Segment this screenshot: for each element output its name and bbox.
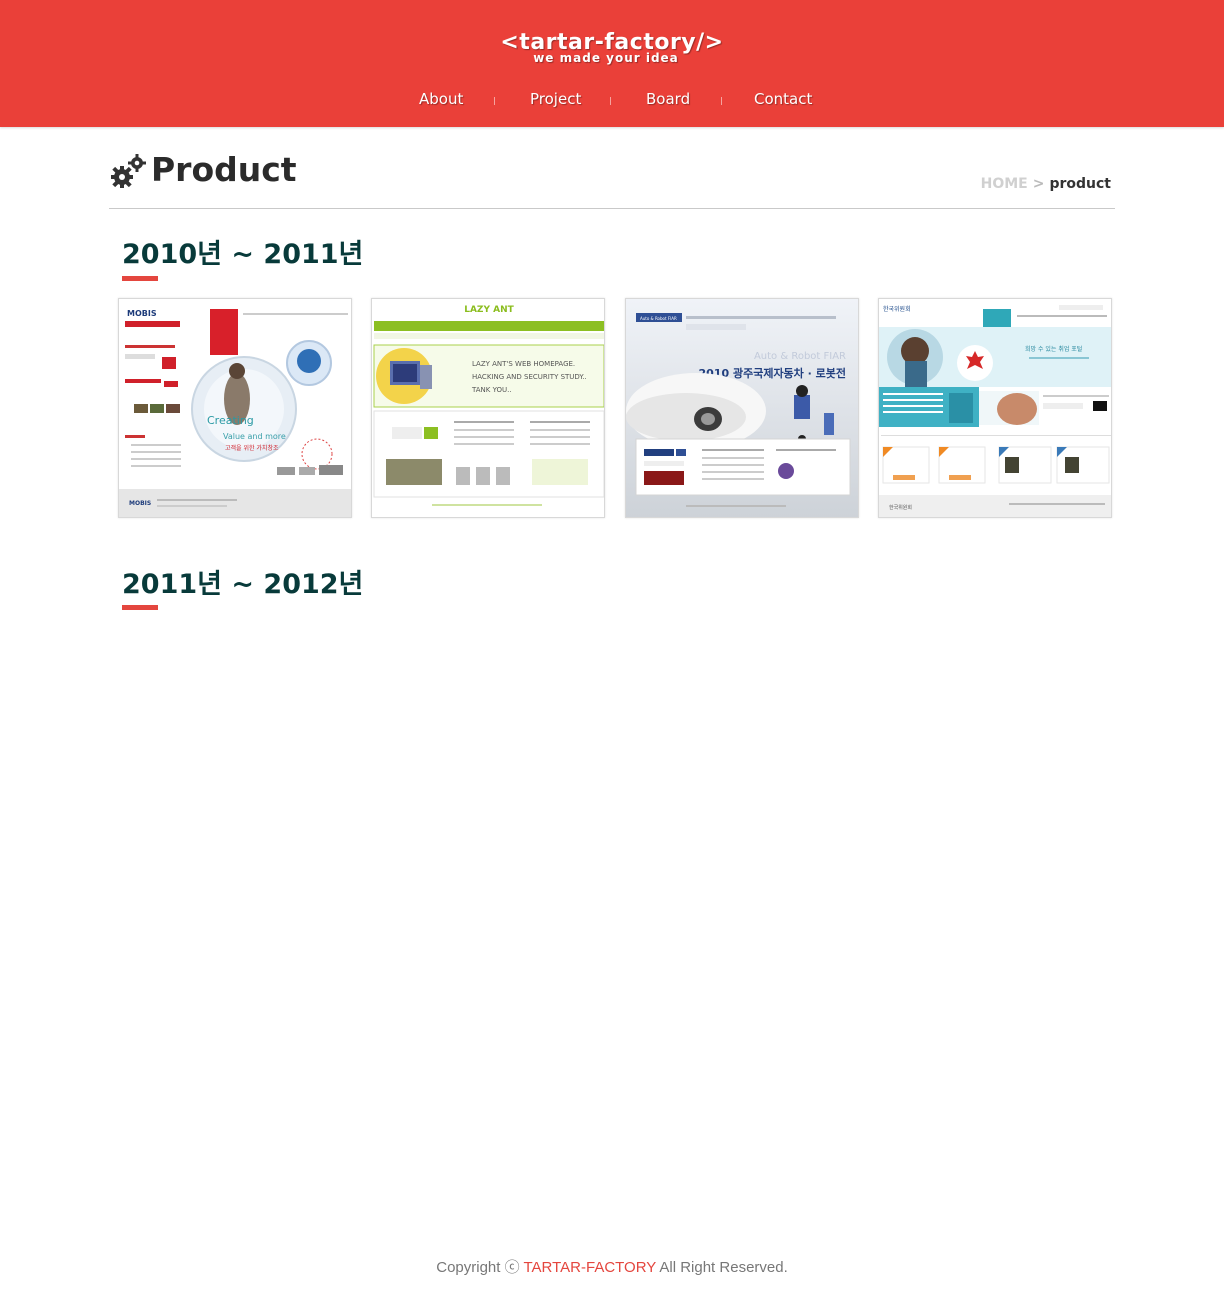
lazy-ant-line-1: LAZY ANT'S WEB HOMEPAGE. bbox=[472, 360, 575, 368]
mobis-caption-kr: 고객을 위한 가치창조 bbox=[225, 444, 279, 452]
portfolio-thumb-mobis[interactable]: MOBIS Creating Value and more 고객을 위한 가치창… bbox=[118, 298, 352, 518]
gears-icon bbox=[111, 154, 146, 188]
footer-brand: TARTAR-FACTORY bbox=[523, 1259, 657, 1276]
nav-separator bbox=[721, 97, 722, 105]
breadcrumb-current: product bbox=[1049, 176, 1111, 192]
mobis-logo: MOBIS bbox=[127, 309, 157, 318]
breadcrumb: HOME > product bbox=[981, 176, 1111, 192]
korea-footer-logo: 한국위원회 bbox=[889, 504, 912, 511]
lazy-ant-screenshot: LAZY ANT LAZY ANT'S WEB HOMEPAGE. HACKIN… bbox=[372, 299, 604, 517]
auto-robot-screenshot: Auto & Robot FIAR Auto & Robot FIAR 2010… bbox=[626, 299, 858, 517]
mobis-footer-logo: MOBIS bbox=[129, 500, 151, 507]
footer-copyright-suffix: All Right Reserved. bbox=[656, 1259, 788, 1276]
korea-headline: 희망 수 있는 취업 포털 bbox=[1025, 345, 1082, 353]
portfolio-thumb-lazy-ant[interactable]: LAZY ANT LAZY ANT'S WEB HOMEPAGE. HACKIN… bbox=[371, 298, 605, 518]
portfolio-thumb-auto-robot[interactable]: Auto & Robot FIAR Auto & Robot FIAR 2010… bbox=[625, 298, 859, 518]
section-title-2011: 2011년 ~ 2012년 bbox=[122, 569, 364, 600]
nav-project[interactable]: Project bbox=[530, 90, 581, 108]
site-footer: Copyright ⓒ TARTAR-FACTORY All Right Res… bbox=[0, 1256, 1224, 1277]
footer-copyright-prefix: Copyright ⓒ bbox=[436, 1259, 524, 1276]
site-header: <tartar-factory/> we made your idea Abou… bbox=[0, 0, 1224, 127]
heading-divider bbox=[109, 208, 1115, 209]
page-title: Product bbox=[151, 150, 297, 189]
auto-robot-title: Auto & Robot FIAR bbox=[754, 351, 846, 362]
lazy-ant-logo: LAZY ANT bbox=[464, 305, 514, 315]
lazy-ant-line-3: TANK YOU.. bbox=[471, 386, 512, 394]
breadcrumb-home-link[interactable]: HOME bbox=[981, 176, 1028, 192]
nav-contact[interactable]: Contact bbox=[754, 90, 812, 108]
portfolio-thumb-korea-committee[interactable]: 한국위원회 희망 수 있는 취업 포털 한국위원회 bbox=[878, 298, 1112, 518]
main-nav: About Project Board Contact bbox=[0, 88, 1224, 114]
mobis-caption-main: Creating bbox=[207, 414, 254, 427]
nav-separator bbox=[610, 97, 611, 105]
nav-board[interactable]: Board bbox=[646, 90, 690, 108]
nav-about[interactable]: About bbox=[419, 90, 463, 108]
site-logo[interactable]: <tartar-factory/> we made your idea bbox=[0, 30, 1224, 65]
korea-logo: 한국위원회 bbox=[883, 305, 911, 313]
section-underline bbox=[122, 276, 158, 281]
breadcrumb-separator: > bbox=[1032, 176, 1045, 192]
nav-separator bbox=[494, 97, 495, 105]
mobis-caption-sub: Value and more bbox=[223, 432, 286, 441]
section-underline bbox=[122, 605, 158, 610]
korea-committee-screenshot: 한국위원회 희망 수 있는 취업 포털 한국위원회 bbox=[879, 299, 1111, 517]
section-title-2010: 2010년 ~ 2011년 bbox=[122, 239, 364, 270]
logo-tagline: we made your idea bbox=[533, 51, 679, 65]
auto-robot-tab-label: Auto & Robot FIAR bbox=[640, 316, 677, 321]
mobis-screenshot: MOBIS Creating Value and more 고객을 위한 가치창… bbox=[119, 299, 351, 517]
lazy-ant-line-2: HACKING AND SECURITY STUDY.. bbox=[472, 373, 587, 381]
